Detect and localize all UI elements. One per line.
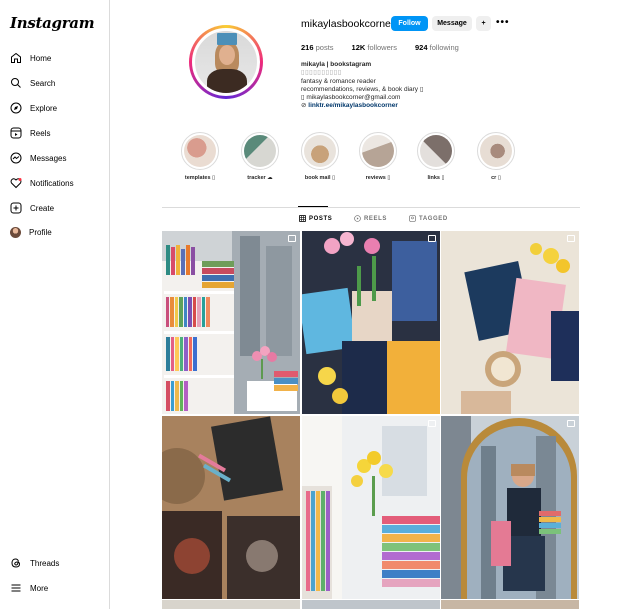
sidebar: Instagram Home Search Explore Reels Mess… (0, 0, 110, 609)
bio-pronouns: ▯▯▯▯▯▯▯▯▯▯ (301, 69, 342, 77)
highlight-book-mail[interactable]: book mail ▯ (300, 132, 340, 181)
sidebar-item-home[interactable]: Home (10, 52, 51, 64)
active-tab-indicator (298, 206, 328, 207)
sidebar-item-label: Create (30, 203, 55, 213)
bio-name: mikayla | bookstagram (301, 61, 372, 68)
post-thumbnail[interactable] (441, 231, 579, 414)
highlight-links[interactable]: links ▯ (416, 132, 456, 181)
highlight-cr[interactable]: cr ▯ (476, 132, 516, 181)
home-icon (10, 52, 22, 64)
plus-square-icon (10, 202, 22, 214)
sidebar-item-search[interactable]: Search (10, 77, 55, 89)
highlight-tracker[interactable]: tracker ☁ (240, 132, 280, 181)
tag-icon (409, 215, 416, 222)
profile-main: mikaylasbookcorner Follow Message + ••• … (110, 0, 640, 609)
highlight-cover (304, 135, 336, 167)
bio-link-row: ⊘ linktr.ee/mikaylasbookcorner (301, 102, 423, 110)
sidebar-item-label: Threads (30, 558, 60, 568)
tabs-divider (162, 207, 580, 208)
message-button[interactable]: Message (432, 16, 472, 31)
heart-icon (10, 177, 22, 189)
more-options-button[interactable]: ••• (496, 17, 510, 28)
post-thumbnail[interactable] (441, 415, 579, 599)
add-user-icon: + (481, 20, 486, 27)
instagram-logo[interactable]: Instagram (10, 14, 95, 32)
multi-image-icon (567, 235, 575, 242)
bio-line: recommendations, reviews, & book diary ▯ (301, 85, 424, 93)
sidebar-item-profile[interactable]: Profile (10, 227, 52, 238)
sidebar-item-reels[interactable]: Reels (10, 127, 50, 139)
profile-picture[interactable] (189, 25, 263, 99)
avatar (10, 227, 21, 238)
follow-button[interactable]: Follow (391, 16, 428, 31)
sidebar-item-create[interactable]: Create (10, 202, 54, 214)
highlight-cover (184, 135, 216, 167)
sidebar-item-explore[interactable]: Explore (10, 102, 57, 114)
post-thumbnail[interactable] (301, 231, 440, 414)
bio-link[interactable]: linktr.ee/mikaylasbookcorner (308, 102, 398, 109)
sidebar-item-label: Profile (29, 228, 52, 237)
sidebar-item-label: Reels (30, 128, 51, 138)
reels-icon (354, 215, 361, 222)
highlight-reviews[interactable]: reviews ▯ (358, 132, 398, 181)
tab-tagged[interactable]: TAGGED (409, 215, 448, 222)
posts-stat: 216 posts (301, 43, 334, 52)
sidebar-item-notifications[interactable]: Notifications (10, 177, 74, 189)
posts-grid (162, 231, 579, 609)
tab-reels[interactable]: REELS (354, 215, 387, 222)
sidebar-item-more[interactable]: More (10, 582, 48, 594)
followers-stat[interactable]: 12K followers (352, 43, 397, 52)
search-icon (10, 77, 22, 89)
sidebar-item-threads[interactable]: Threads (10, 557, 59, 569)
following-stat[interactable]: 924 following (415, 43, 459, 52)
multi-image-icon (288, 235, 296, 242)
sidebar-item-label: More (30, 583, 49, 593)
post-thumbnail[interactable] (301, 415, 440, 599)
grid-icon (299, 215, 306, 222)
post-thumbnail[interactable] (301, 600, 440, 609)
sidebar-item-label: Home (30, 53, 52, 63)
highlight-cover (480, 135, 512, 167)
reels-icon (10, 127, 22, 139)
bio-email: ▯ mikaylasbookcorner@gmail.com (301, 94, 401, 102)
profile-stats: 216 posts 12K followers 924 following (301, 43, 459, 52)
sidebar-item-label: Explore (30, 103, 58, 113)
compass-icon (10, 102, 22, 114)
sidebar-item-label: Search (30, 78, 56, 88)
threads-icon (10, 557, 22, 569)
highlight-templates[interactable]: templates ▯ (180, 132, 220, 181)
bio-line: fantasy & romance reader (301, 77, 376, 85)
sidebar-item-messages[interactable]: Messages (10, 152, 66, 164)
tab-posts[interactable]: POSTS (299, 215, 332, 222)
multi-image-icon (567, 419, 575, 427)
profile-username: mikaylasbookcorner (301, 18, 395, 30)
highlight-cover (362, 135, 394, 167)
post-thumbnail[interactable] (162, 415, 300, 599)
add-user-button[interactable]: + (476, 16, 491, 31)
sidebar-item-label: Messages (30, 153, 67, 163)
highlight-cover (420, 135, 452, 167)
multi-image-icon (427, 419, 436, 427)
link-icon: ⊘ (301, 102, 307, 110)
post-thumbnail[interactable] (162, 231, 300, 414)
profile-bio: mikayla | bookstagram ▯▯▯▯▯▯▯▯▯▯ fantasy… (301, 61, 423, 111)
sidebar-item-label: Notifications (30, 178, 74, 188)
multi-image-icon (427, 235, 436, 242)
menu-icon (10, 582, 22, 594)
highlight-cover (244, 135, 276, 167)
post-thumbnail[interactable] (162, 600, 300, 609)
messenger-icon (10, 152, 22, 164)
post-thumbnail[interactable] (441, 600, 579, 609)
